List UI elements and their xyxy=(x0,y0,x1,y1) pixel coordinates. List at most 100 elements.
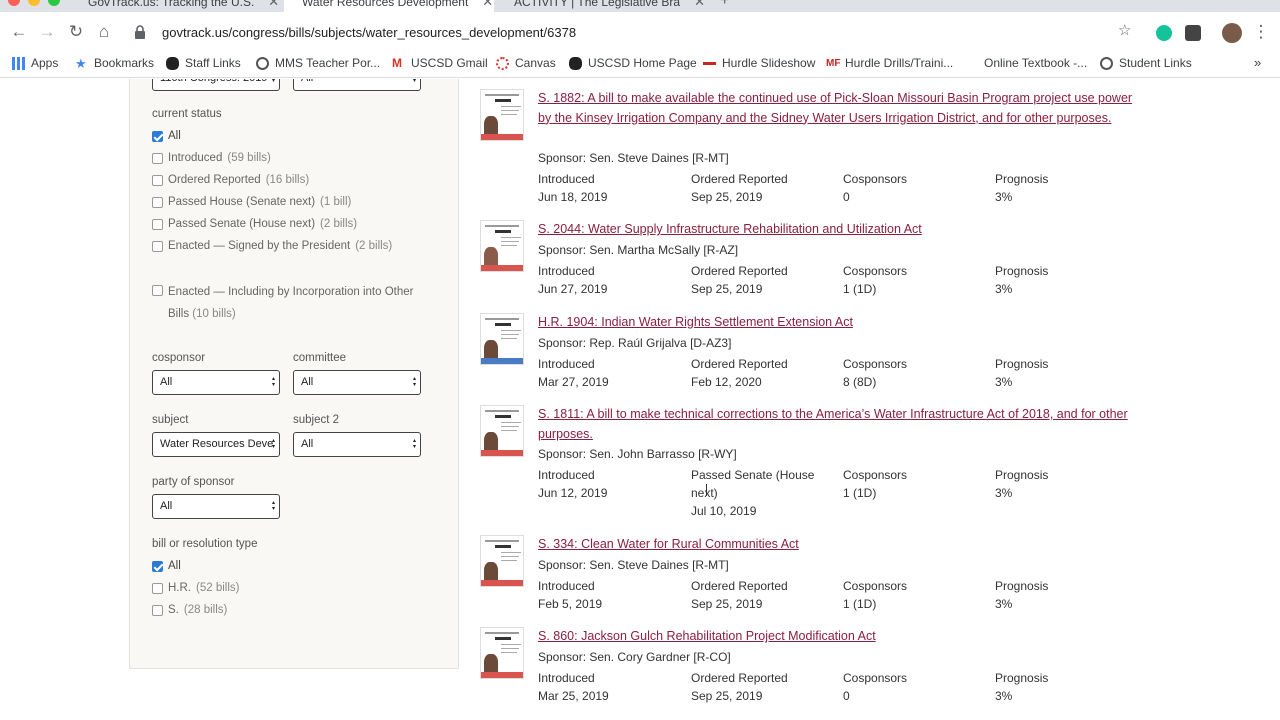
bookmark-gmail[interactable]: M USCSD Gmail xyxy=(392,56,488,70)
bookmark-bookmarks[interactable]: ★ Bookmarks xyxy=(75,56,154,70)
bill-sponsor: Sponsor: Sen. Martha McSally [R-AZ] xyxy=(538,243,739,257)
cosponsors-value: 1 (1D) xyxy=(843,486,877,500)
close-tab-icon[interactable]: ✕ xyxy=(482,0,493,10)
bill-thumbnail[interactable] xyxy=(480,220,524,272)
lock-icon xyxy=(134,25,148,39)
bookmark-canvas[interactable]: Canvas xyxy=(496,56,556,70)
prognosis-value: 3% xyxy=(995,282,1013,296)
bookmark-label: Student Links xyxy=(1119,56,1192,70)
status-option-enacted-signed[interactable]: Enacted — Signed by the President (2 bil… xyxy=(152,240,392,252)
option-count: (2 bills) xyxy=(320,218,358,230)
option-label: Enacted — Signed by the President xyxy=(168,240,351,252)
party-select[interactable]: All xyxy=(152,494,280,519)
status-option-passed-senate[interactable]: Passed Senate (House next) (2 bills) xyxy=(152,218,357,230)
cosponsors-col: Cosponsors 1 (1D) xyxy=(843,262,907,298)
bookmark-uscsd-home[interactable]: USCSD Home Page xyxy=(569,56,697,70)
status-date: Jul 10, 2019 xyxy=(691,504,757,518)
tab-govtrack[interactable]: GovTrack.us: Tracking the U.S. ✕ xyxy=(70,0,282,12)
introduced-date: Jun 18, 2019 xyxy=(538,190,608,204)
maximize-window-icon[interactable] xyxy=(48,0,60,6)
close-window-icon[interactable] xyxy=(8,0,20,6)
checkbox[interactable] xyxy=(152,218,163,230)
bill-thumbnail[interactable] xyxy=(480,627,524,679)
bill-title-link[interactable]: H.R. 1904: Indian Water Rights Settlemen… xyxy=(538,313,1148,333)
tab-water-resources[interactable]: Water Resources Development ✕ xyxy=(284,0,494,12)
bookmark-hurdle-slideshow[interactable]: Hurdle Slideshow xyxy=(703,56,815,70)
status-option-all[interactable]: All xyxy=(152,130,181,142)
status-label: Ordered Reported xyxy=(691,579,788,593)
subject2-select[interactable]: All xyxy=(293,432,421,457)
col-header: Prognosis xyxy=(995,172,1049,186)
bookmark-online-textbook[interactable]: Online Textbook -... xyxy=(984,56,1087,70)
checkbox[interactable] xyxy=(152,560,163,572)
checkbox[interactable] xyxy=(152,582,163,594)
bill-thumbnail[interactable] xyxy=(480,313,524,365)
back-icon[interactable]: ← xyxy=(5,18,33,46)
bookmark-hurdle-drills[interactable]: MF Hurdle Drills/Traini... xyxy=(826,56,953,70)
party-band xyxy=(481,358,523,364)
status-option-passed-house[interactable]: Passed House (Senate next) (1 bill) xyxy=(152,196,351,208)
checkbox[interactable] xyxy=(152,152,163,164)
canvas-icon xyxy=(496,56,509,70)
bill-title-link[interactable]: S. 1811: A bill to make technical correc… xyxy=(538,405,1148,444)
party-band xyxy=(481,450,523,456)
extension-shield-icon[interactable] xyxy=(1185,25,1201,41)
bill-title-link[interactable]: S. 1882: A bill to make available the co… xyxy=(538,89,1148,128)
subject-select[interactable]: Water Resources Deve xyxy=(152,432,280,457)
home-icon[interactable]: ⌂ xyxy=(90,18,118,46)
status-option-enacted-incorporation[interactable]: Enacted — Including by Incorporation int… xyxy=(152,284,413,325)
status-option-introduced[interactable]: Introduced (59 bills) xyxy=(152,152,271,164)
congress-select[interactable]: 116th Congress: 2019- xyxy=(152,79,280,91)
status-option-ordered-reported[interactable]: Ordered Reported (16 bills) xyxy=(152,174,309,186)
type-option-s[interactable]: S. (28 bills) xyxy=(152,604,227,616)
type-option-all[interactable]: All xyxy=(152,560,181,572)
bookmark-apps[interactable]: Apps xyxy=(12,56,58,70)
bookmark-staff-links[interactable]: Staff Links xyxy=(166,56,241,70)
bookmark-student-links[interactable]: Student Links xyxy=(1100,56,1192,70)
minimize-window-icon[interactable] xyxy=(28,0,40,6)
mascot-icon xyxy=(166,56,179,70)
bill-thumbnail[interactable] xyxy=(480,535,524,587)
option-count: (59 bills) xyxy=(227,152,271,164)
option-label-line1: Enacted — Including by Incorporation int… xyxy=(168,286,414,298)
introduced-col: Introduced Jun 12, 2019 xyxy=(538,466,607,502)
profile-avatar[interactable] xyxy=(1222,23,1242,43)
option-label: Passed Senate (House next) xyxy=(168,218,316,230)
checkbox[interactable] xyxy=(152,174,163,186)
tab-label: ACTIVITY | The Legislative Bra xyxy=(514,0,681,9)
type-option-hr[interactable]: H.R. (52 bills) xyxy=(152,582,239,594)
tab-activity[interactable]: ACTIVITY | The Legislative Bra ✕ xyxy=(496,0,708,12)
prognosis-col: Prognosis 3% xyxy=(995,466,1048,502)
bookmark-mms-teacher[interactable]: MMS Teacher Por... xyxy=(256,56,380,70)
gmail-icon: M xyxy=(392,55,402,70)
grammarly-icon[interactable] xyxy=(1156,25,1172,41)
checkbox[interactable] xyxy=(152,130,163,142)
introduced-date: Jun 27, 2019 xyxy=(538,282,608,296)
bill-thumbnail[interactable] xyxy=(480,405,524,457)
reload-icon[interactable]: ↻ xyxy=(62,18,90,46)
bill-sponsor: Sponsor: Sen. Steve Daines [R-MT] xyxy=(538,558,729,572)
prognosis-value: 3% xyxy=(995,597,1013,611)
bill-title-link[interactable]: S. 2044: Water Supply Infrastructure Reh… xyxy=(538,220,1148,240)
bill-thumbnail[interactable] xyxy=(480,89,524,141)
cosponsor-select[interactable]: All xyxy=(152,370,280,395)
new-tab-icon[interactable]: + xyxy=(720,0,729,10)
col-header: Prognosis xyxy=(995,264,1049,278)
committee-select[interactable]: All xyxy=(293,370,421,395)
checkbox[interactable] xyxy=(152,240,163,252)
close-tab-icon[interactable]: ✕ xyxy=(268,0,279,10)
menu-dots-icon[interactable]: ⋮ xyxy=(1247,18,1275,46)
checkbox[interactable] xyxy=(152,604,163,616)
col-header: Introduced xyxy=(538,671,595,685)
congress-session-select[interactable]: All xyxy=(293,79,421,91)
close-tab-icon[interactable]: ✕ xyxy=(694,0,705,10)
bill-title-link[interactable]: S. 334: Clean Water for Rural Communitie… xyxy=(538,535,1148,555)
cosponsors-value: 1 (1D) xyxy=(843,597,877,611)
address-bar[interactable]: govtrack.us/congress/bills/subjects/wate… xyxy=(126,17,1146,47)
forward-icon[interactable]: → xyxy=(33,18,61,46)
checkbox[interactable] xyxy=(152,285,163,296)
bookmarks-overflow[interactable]: » xyxy=(1254,55,1261,70)
bill-title-link[interactable]: S. 860: Jackson Gulch Rehabilitation Pro… xyxy=(538,627,1148,647)
checkbox[interactable] xyxy=(152,196,163,208)
bookmark-star-icon[interactable]: ☆ xyxy=(1118,21,1131,39)
